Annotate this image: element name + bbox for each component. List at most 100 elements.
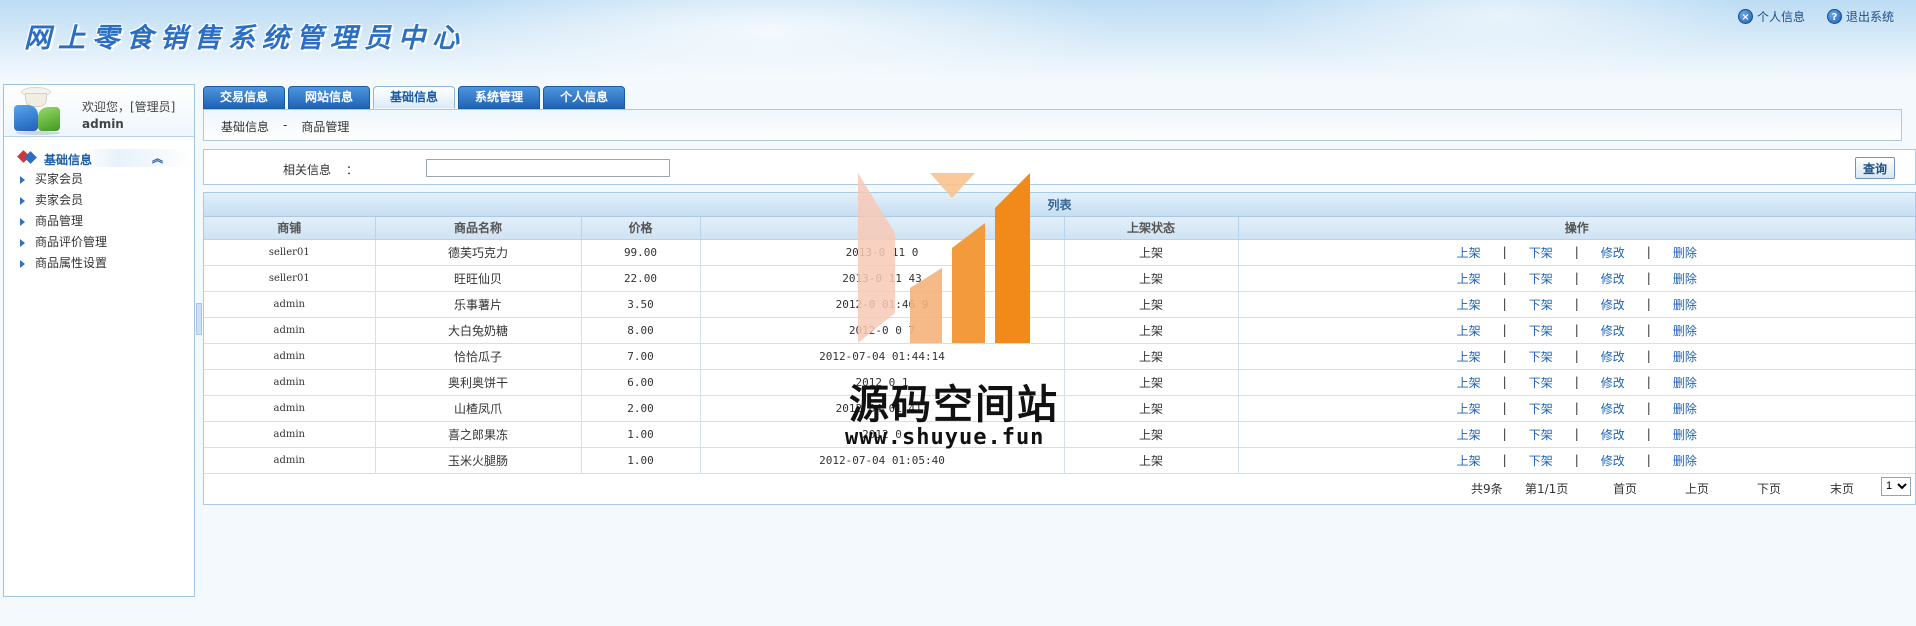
edit-link[interactable]: 修改	[1591, 270, 1635, 287]
main-tabs: 交易信息 网站信息 基础信息 系统管理 个人信息	[203, 86, 626, 109]
shelve-link[interactable]: 上架	[1447, 270, 1491, 287]
edit-link[interactable]: 修改	[1591, 452, 1635, 469]
delete-link[interactable]: 删除	[1663, 426, 1707, 443]
breadcrumb: 基础信息 - 商品管理	[221, 118, 349, 135]
cell-price: 2.00	[581, 395, 701, 422]
shelve-link[interactable]: 上架	[1447, 374, 1491, 391]
shelve-link[interactable]: 上架	[1447, 348, 1491, 365]
cell-operations: 上架 | 下架 | 修改 | 删除	[1238, 239, 1916, 266]
edit-link[interactable]: 修改	[1591, 400, 1635, 417]
cell-product-name: 奥利奥饼干	[375, 369, 582, 396]
welcome-text: 欢迎您，[管理员]	[82, 100, 176, 114]
shelve-link[interactable]: 上架	[1447, 244, 1491, 261]
unshelve-link[interactable]: 下架	[1519, 374, 1563, 391]
shelve-link[interactable]: 上架	[1447, 322, 1491, 339]
sidebar-toggle-handle[interactable]	[196, 303, 202, 335]
table-row: seller01 德芙巧克力 99.00 2013-0 11 0 上架 上架 | 下架 | 修改 |…	[204, 239, 1916, 266]
delete-link[interactable]: 删除	[1663, 452, 1707, 469]
row-actions: 上架 | 下架 | 修改 | 删除	[1239, 400, 1916, 417]
unshelve-link[interactable]: 下架	[1519, 452, 1563, 469]
unshelve-link[interactable]: 下架	[1519, 244, 1563, 261]
row-actions: 上架 | 下架 | 修改 | 删除	[1239, 348, 1916, 365]
sidebar-item-buyer-members[interactable]: 买家会员	[4, 169, 194, 190]
unshelve-link[interactable]: 下架	[1519, 296, 1563, 313]
action-separator: |	[1646, 375, 1651, 389]
search-button[interactable]: 查询	[1855, 157, 1895, 179]
arrow-right-icon	[20, 176, 25, 184]
pager-next[interactable]: 下页	[1757, 480, 1781, 497]
cell-operations: 上架 | 下架 | 修改 | 删除	[1238, 265, 1915, 292]
sidebar-section-label: 基础信息	[44, 153, 93, 167]
list-title: 列表	[204, 193, 1915, 217]
sidebar-item-product-reviews[interactable]: 商品评价管理	[4, 232, 194, 253]
action-separator: |	[1502, 427, 1507, 441]
shelve-link[interactable]: 上架	[1447, 426, 1491, 443]
shelve-link[interactable]: 上架	[1447, 400, 1491, 417]
sidebar-item-label: 商品管理	[35, 214, 84, 228]
delete-link[interactable]: 删除	[1663, 348, 1707, 365]
system-title: 网上零食销售系统管理员中心	[24, 23, 466, 54]
sidebar-menu: 买家会员 卖家会员 商品管理 商品评价管理 商品属性设置	[4, 169, 194, 274]
unshelve-link[interactable]: 下架	[1519, 348, 1563, 365]
row-actions: 上架 | 下架 | 修改 | 删除	[1239, 244, 1916, 261]
row-actions: 上架 | 下架 | 修改 | 删除	[1239, 296, 1916, 313]
profile-link[interactable]: × 个人信息	[1737, 8, 1805, 25]
breadcrumb-level2: 商品管理	[301, 120, 350, 134]
delete-link[interactable]: 删除	[1663, 296, 1707, 313]
collapse-up-icon[interactable]: ︽	[152, 150, 163, 166]
breadcrumb-level1: 基础信息	[221, 120, 270, 134]
unshelve-link[interactable]: 下架	[1519, 400, 1563, 417]
edit-link[interactable]: 修改	[1591, 348, 1635, 365]
cell-shop: admin	[204, 369, 376, 396]
breadcrumb-bar: 基础信息 - 商品管理	[203, 109, 1902, 141]
edit-link[interactable]: 修改	[1591, 374, 1635, 391]
shelve-link[interactable]: 上架	[1447, 452, 1491, 469]
unshelve-link[interactable]: 下架	[1519, 426, 1563, 443]
tab-transaction-info[interactable]: 交易信息	[203, 86, 286, 109]
delete-link[interactable]: 删除	[1663, 322, 1707, 339]
unshelve-link[interactable]: 下架	[1519, 322, 1563, 339]
column-header-product-name: 商品名称	[375, 217, 582, 240]
cell-status: 上架	[1064, 421, 1239, 448]
tab-personal-info[interactable]: 个人信息	[543, 86, 626, 109]
edit-link[interactable]: 修改	[1591, 244, 1635, 261]
table-header-row: 商铺 商品名称 价格 上架状态 操作	[204, 217, 1915, 240]
pager-last[interactable]: 末页	[1830, 480, 1854, 497]
tab-system-management[interactable]: 系统管理	[458, 86, 541, 109]
cell-price: 1.00	[581, 421, 701, 448]
delete-link[interactable]: 删除	[1663, 374, 1707, 391]
shelve-link[interactable]: 上架	[1447, 296, 1491, 313]
cell-operations: 上架 | 下架 | 修改 | 删除	[1238, 317, 1915, 344]
pager-prev[interactable]: 上页	[1685, 480, 1709, 497]
sidebar-item-seller-members[interactable]: 卖家会员	[4, 190, 194, 211]
table-row: seller01 旺旺仙贝 22.00 2013-0 11 43 上架 上架 | 下架 | 修改 |…	[204, 265, 1915, 292]
unshelve-link[interactable]: 下架	[1519, 270, 1563, 287]
cell-product-name: 恰恰瓜子	[375, 343, 582, 370]
sidebar-item-product-management[interactable]: 商品管理	[4, 211, 194, 232]
search-input[interactable]	[426, 159, 670, 177]
pager-first[interactable]: 首页	[1613, 480, 1637, 497]
sidebar: 欢迎您，[管理员] admin 基础信息 ︽ 买家会员 卖家会员 商品管理 商品…	[3, 84, 195, 597]
user-box: 欢迎您，[管理员] admin	[4, 85, 194, 137]
sidebar-section-basic-info[interactable]: 基础信息 ︽	[4, 149, 194, 167]
delete-link[interactable]: 删除	[1663, 400, 1707, 417]
edit-link[interactable]: 修改	[1591, 296, 1635, 313]
table-row: admin 恰恰瓜子 7.00 2012-07-04 01:44:14 上架 上架 | 下架 |…	[204, 343, 1916, 370]
edit-link[interactable]: 修改	[1591, 322, 1635, 339]
product-list-panel: 列表 商铺 商品名称 价格 上架状态 操作 seller01 德芙巧克力 99.00…	[203, 192, 1916, 505]
page-select[interactable]: 1	[1881, 476, 1911, 496]
cell-operations: 上架 | 下架 | 修改 | 删除	[1238, 343, 1916, 370]
action-separator: |	[1574, 401, 1579, 415]
cell-time: 2012-0 0 7	[700, 317, 1065, 344]
tab-basic-info[interactable]: 基础信息	[373, 86, 456, 109]
tab-website-info[interactable]: 网站信息	[288, 86, 371, 109]
delete-link[interactable]: 删除	[1663, 270, 1707, 287]
delete-link[interactable]: 删除	[1663, 244, 1707, 261]
logout-link[interactable]: ? 退出系统	[1826, 8, 1894, 25]
cell-time: 2012-07-04 01:05:40	[700, 447, 1065, 474]
cell-price: 99.00	[581, 239, 701, 266]
sidebar-item-label: 商品属性设置	[35, 256, 108, 270]
cell-price: 6.00	[581, 369, 701, 396]
edit-link[interactable]: 修改	[1591, 426, 1635, 443]
sidebar-item-product-attributes[interactable]: 商品属性设置	[4, 253, 194, 274]
